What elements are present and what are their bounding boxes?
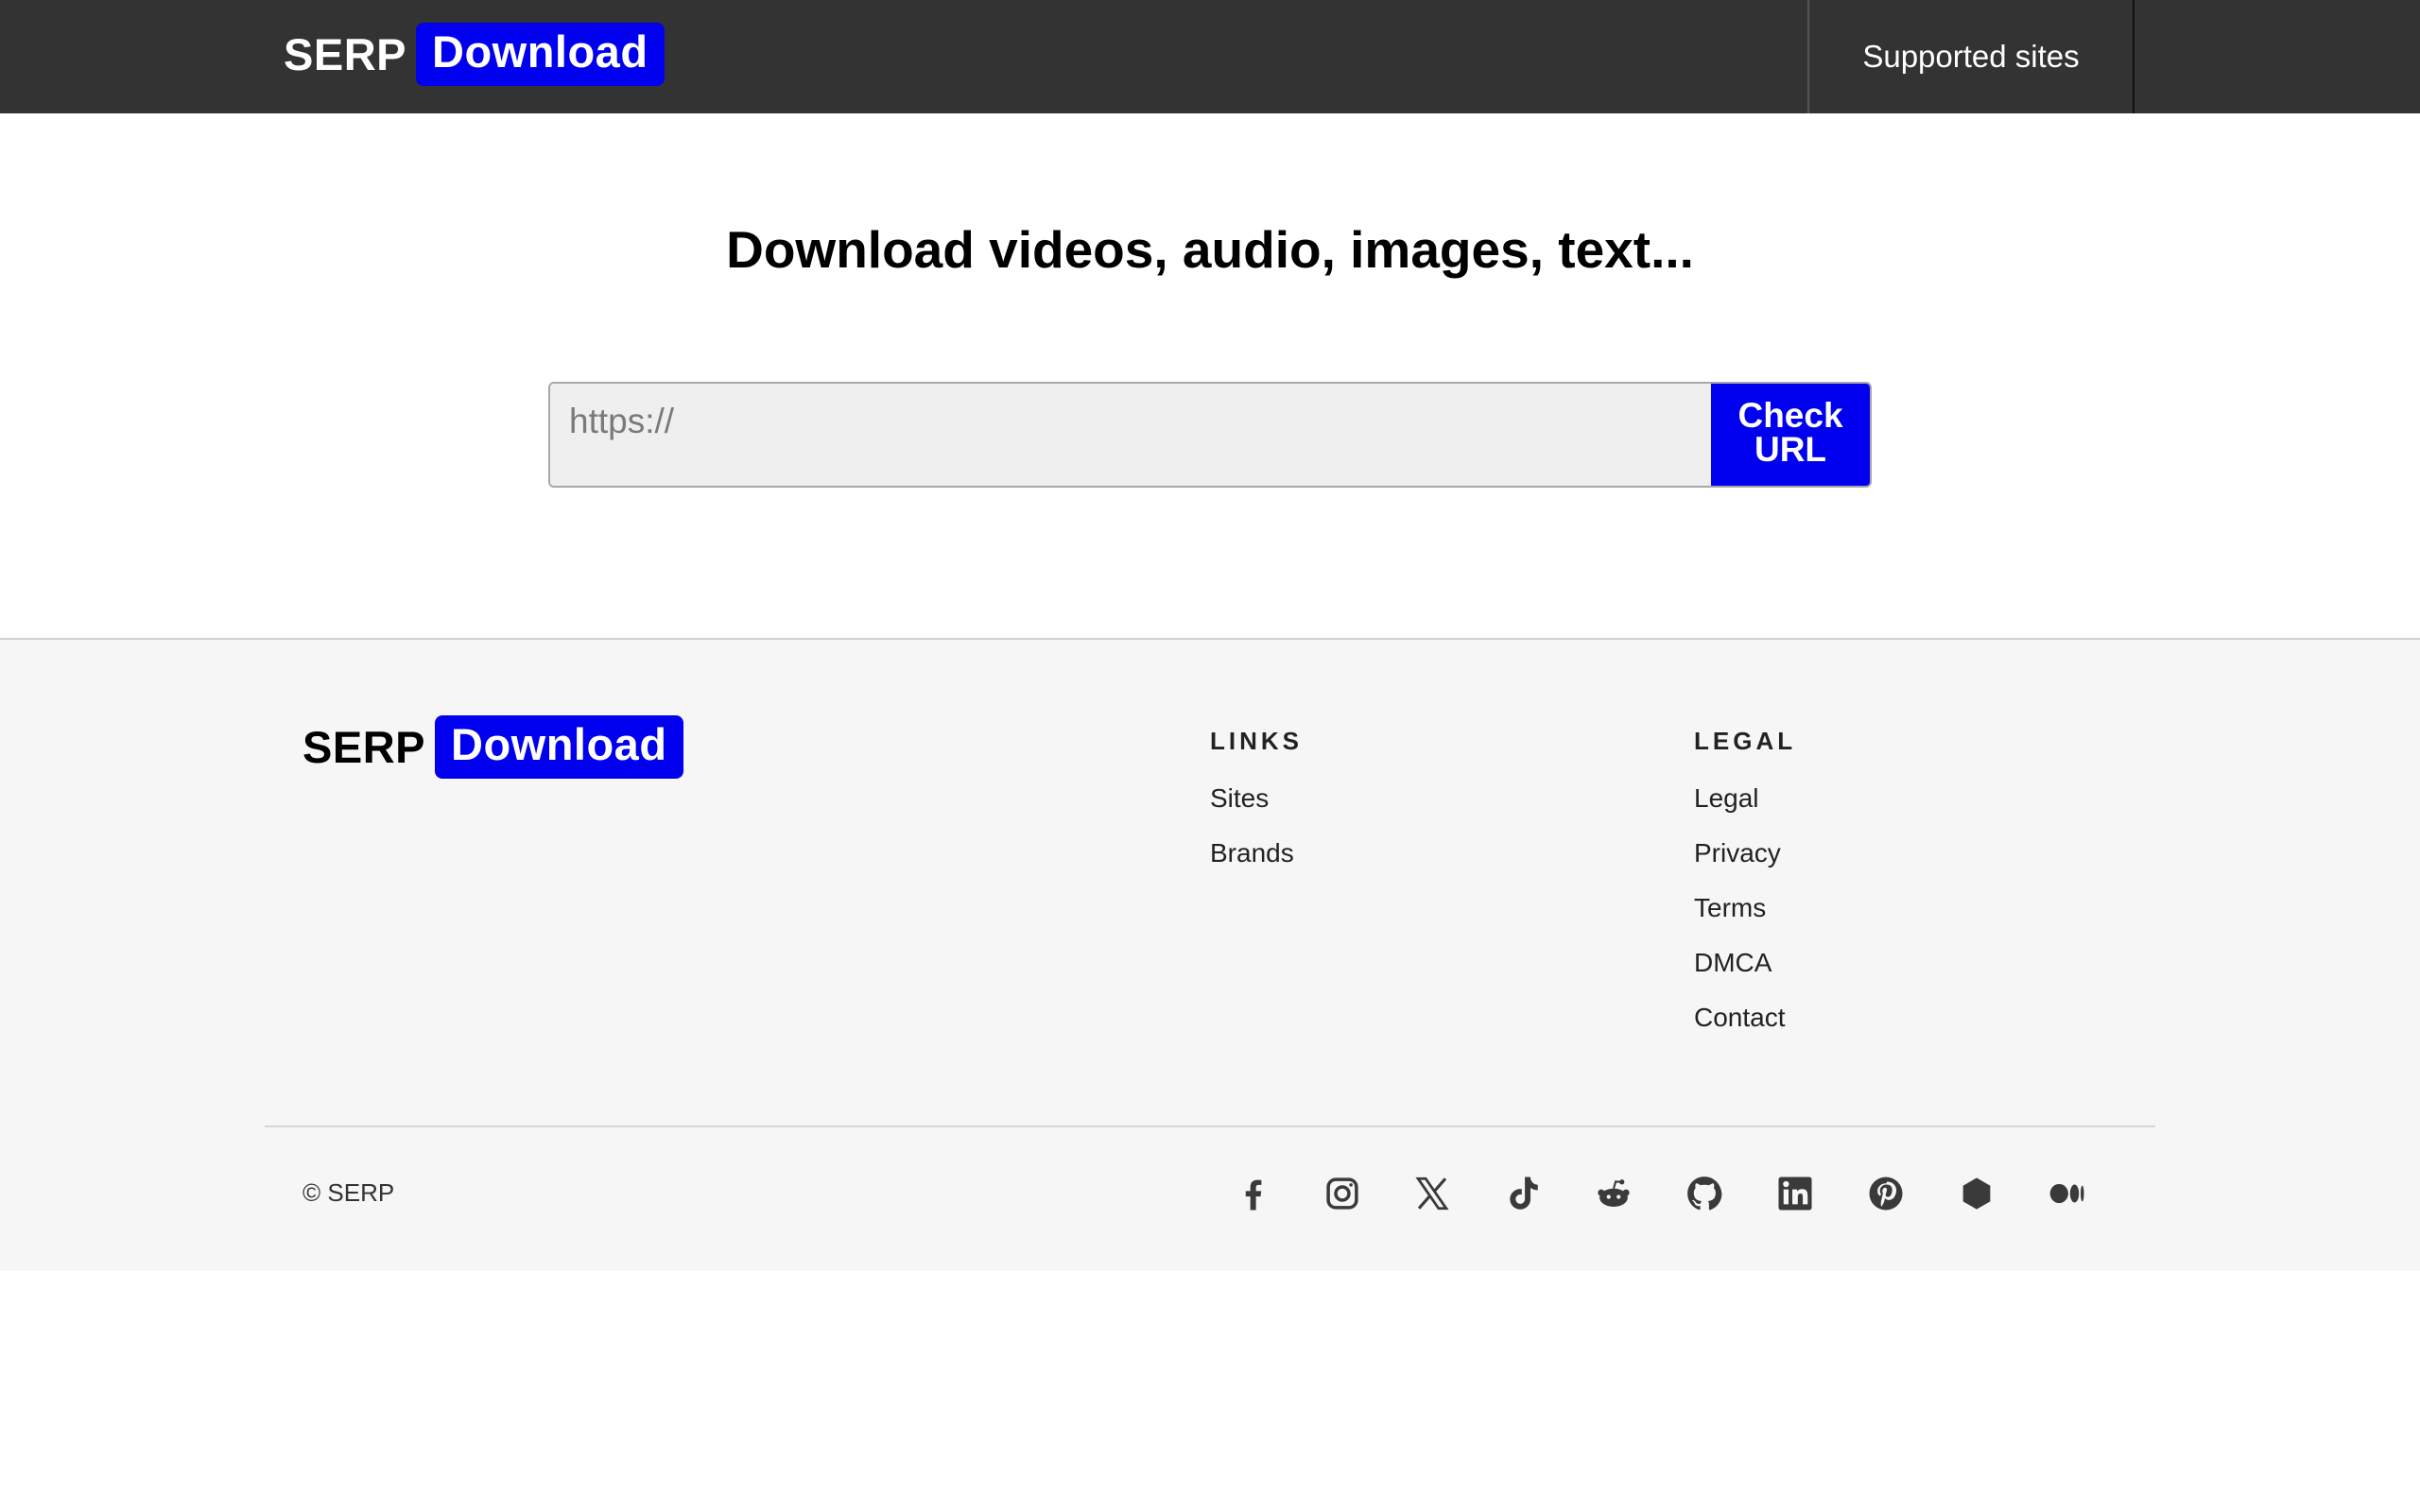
site-footer: SERP Download LINKS Sites Brands LEGAL L… (0, 638, 2420, 1271)
hexagon-icon[interactable] (1954, 1171, 1999, 1216)
logo-serp-text: SERP (284, 29, 406, 79)
page-title: Download videos, audio, images, text... (726, 220, 1694, 279)
site-header: SERP Download Supported sites (0, 0, 2420, 113)
footer-logo-download-badge: Download (435, 715, 683, 779)
copyright-text: © SERP (302, 1178, 395, 1207)
instagram-icon[interactable] (1320, 1171, 1365, 1216)
check-url-label-line1: Check (1737, 396, 1843, 435)
github-icon[interactable] (1682, 1171, 1727, 1216)
tiktok-icon[interactable] (1500, 1171, 1546, 1216)
check-url-button[interactable]: Check URL (1711, 384, 1870, 486)
linkedin-icon[interactable] (1772, 1171, 1818, 1216)
footer-link-contact[interactable]: Contact (1694, 1003, 1786, 1033)
footer-link-privacy[interactable]: Privacy (1694, 838, 1781, 868)
legal-column-title: LEGAL (1694, 727, 1797, 755)
footer-link-sites[interactable]: Sites (1210, 783, 1269, 814)
reddit-icon[interactable] (1591, 1171, 1636, 1216)
footer-divider (265, 1125, 2155, 1127)
footer-link-legal[interactable]: Legal (1694, 783, 1759, 814)
footer-logo-serp-text: SERP (302, 722, 425, 772)
pinterest-icon[interactable] (1863, 1171, 1909, 1216)
url-form: Check URL (548, 382, 1872, 488)
footer-logo[interactable]: SERP Download (302, 715, 683, 779)
footer-link-dmca[interactable]: DMCA (1694, 948, 1772, 978)
url-input[interactable] (550, 384, 1711, 486)
footer-link-terms[interactable]: Terms (1694, 893, 1766, 923)
nav-supported-sites[interactable]: Supported sites (1807, 0, 2135, 113)
check-url-label-line2: URL (1754, 430, 1827, 469)
links-column-title: LINKS (1210, 727, 1303, 755)
medium-icon[interactable] (2045, 1171, 2090, 1216)
logo-download-badge: Download (416, 23, 665, 86)
facebook-icon[interactable] (1231, 1171, 1276, 1216)
header-logo[interactable]: SERP Download (284, 23, 665, 86)
footer-link-brands[interactable]: Brands (1210, 838, 1294, 868)
x-icon[interactable] (1409, 1171, 1455, 1216)
